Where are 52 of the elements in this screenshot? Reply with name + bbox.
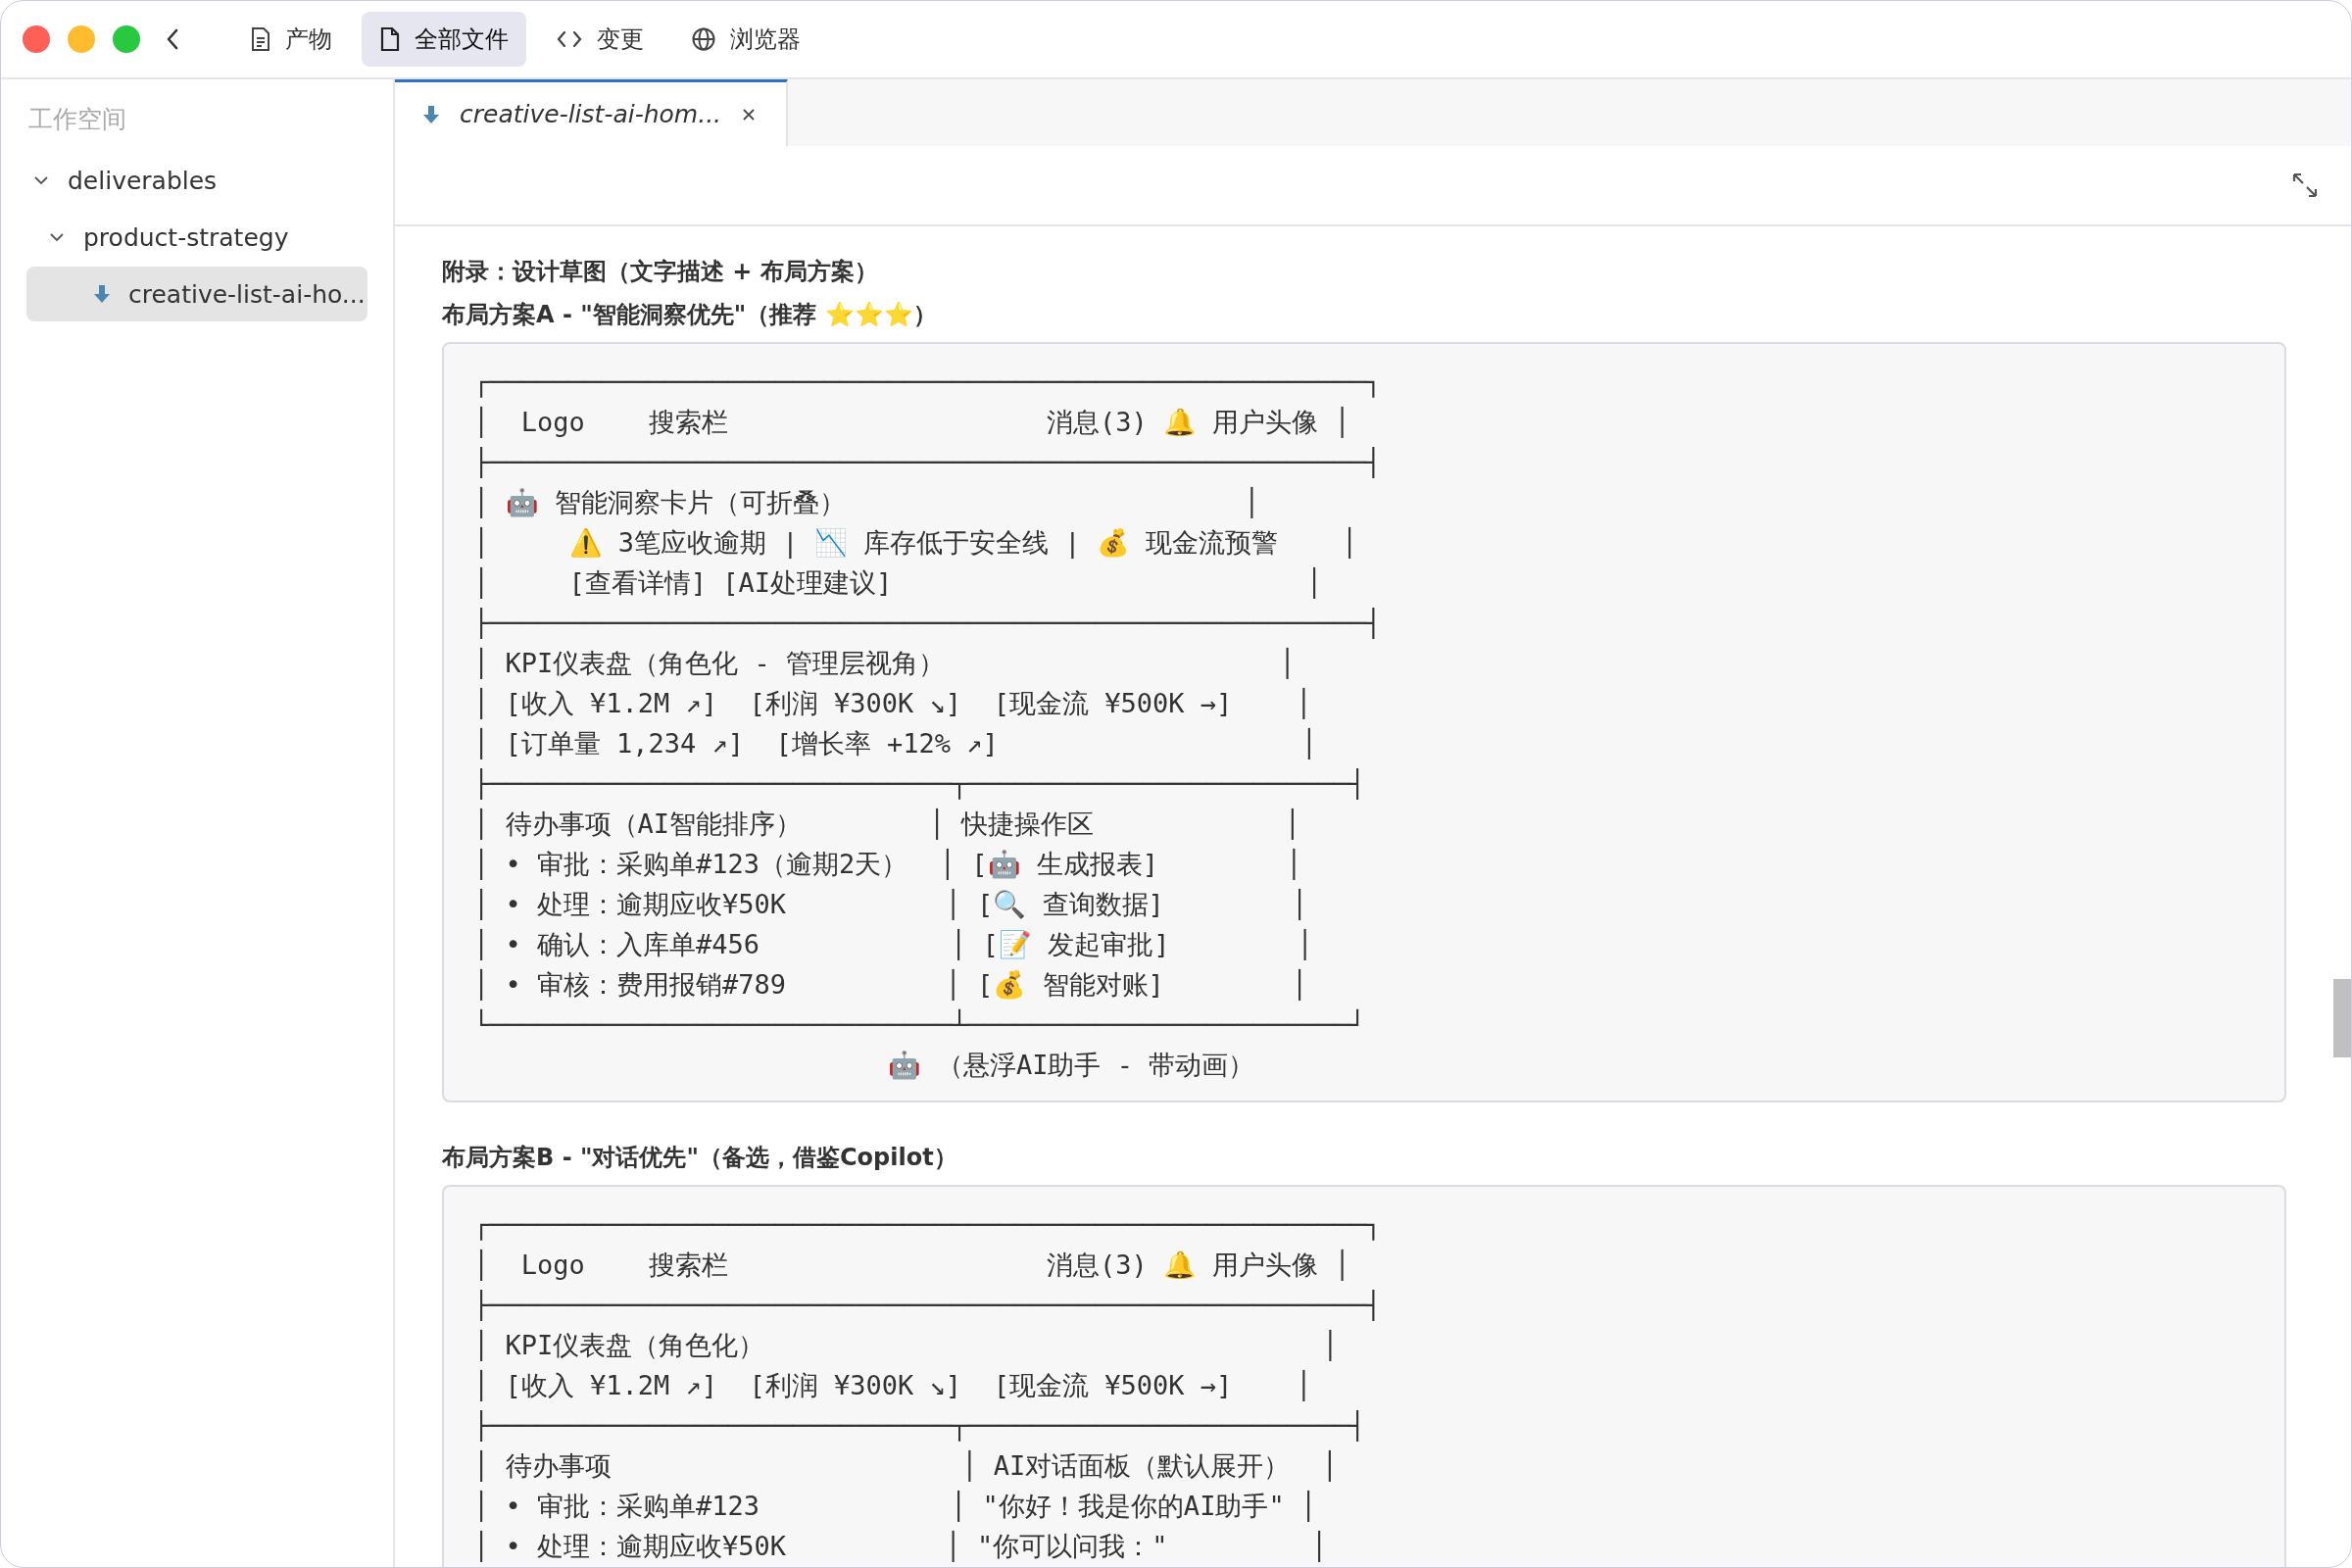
back-icon[interactable] bbox=[166, 28, 179, 50]
code-icon bbox=[556, 28, 583, 50]
toolbar-tab[interactable]: 产物 bbox=[232, 12, 350, 67]
code-line: │ 待办事项 │ AI对话面板（默认展开） │ bbox=[473, 1450, 1338, 1481]
code-line: │ 待办事项（AI智能排序） │ 快捷操作区 │ bbox=[473, 808, 1300, 839]
code-line: ├─────────────────────────────┬────────────────────────┤ bbox=[473, 1410, 1366, 1441]
toolbar-tab[interactable]: 浏览器 bbox=[673, 12, 818, 67]
section-heading: 布局方案B - "对话优先"（备选，借鉴Copilot） bbox=[442, 1143, 958, 1173]
code-line: │ • 确认：入库单#456 │ [📝 发起审批] │ bbox=[473, 929, 1313, 959]
code-line: │ Logo 搜索栏 消息(3) 🔔 用户头像 │ bbox=[473, 407, 1350, 437]
code-line: 🤖 （悬浮AI助手 - 带动画） bbox=[886, 1050, 1255, 1080]
code-line: │ KPI仪表盘（角色化） │ bbox=[473, 1330, 1339, 1360]
sidebar-title: 工作空间 bbox=[28, 104, 127, 135]
tree-item[interactable]: creative-list-ai-ho... bbox=[26, 267, 368, 321]
code-line: │ • 审批：采购单#123 │ "你好！我是你的AI助手" │ bbox=[473, 1491, 1317, 1521]
zoom-window-button[interactable] bbox=[113, 25, 140, 53]
code-line: ├───────────────────────────────────────────────────────┤ bbox=[473, 608, 1382, 638]
scrollbar-thumb[interactable] bbox=[2333, 979, 2351, 1057]
file-icon bbox=[379, 26, 401, 52]
code-line: ├───────────────────────────────────────────────────────┤ bbox=[473, 447, 1382, 477]
document-icon bbox=[250, 26, 271, 52]
close-icon[interactable] bbox=[741, 106, 758, 122]
code-line: │ [收入 ¥1.2M ↗] [利润 ¥300K ↘] [现金流 ¥500K →] │ bbox=[473, 1370, 1312, 1400]
code-line: │ [查看详情] [AI处理建议] │ bbox=[473, 567, 1323, 598]
code-line: │ 🤖 智能洞察卡片（可折叠） │ bbox=[473, 487, 1260, 517]
expand-icon[interactable] bbox=[2290, 171, 2320, 200]
minimize-window-button[interactable] bbox=[68, 25, 95, 53]
toolbar-tab[interactable]: 变更 bbox=[538, 12, 662, 67]
section-heading: 附录：设计草图（文字描述 + 布局方案） bbox=[442, 257, 879, 287]
code-line: ┌───────────────────────────────────────────────────────┐ bbox=[473, 1209, 1382, 1240]
tree-item[interactable]: deliverables bbox=[1, 153, 368, 208]
toolbar-tab[interactable]: 全部文件 bbox=[362, 12, 526, 67]
tree-item[interactable]: product-strategy bbox=[1, 210, 368, 265]
close-window-button[interactable] bbox=[23, 25, 50, 53]
code-line: │ KPI仪表盘（角色化 - 管理层视角） │ bbox=[473, 648, 1296, 678]
code-line: │ [订单量 1,234 ↗] [增长率 +12% ↗] │ bbox=[473, 728, 1317, 759]
code-line: ┌───────────────────────────────────────────────────────┐ bbox=[473, 367, 1382, 397]
code-line: │ ⚠ 3笔应收逾期 | 📉 库存低于安全线 | 💰 现金流预警 │ bbox=[473, 527, 1358, 558]
down-arrow-icon bbox=[93, 284, 111, 304]
globe-icon bbox=[691, 26, 716, 52]
down-arrow-icon bbox=[422, 104, 440, 124]
code-line: ├─────────────────────────────┬────────────────────────┤ bbox=[473, 768, 1366, 799]
editor-tab[interactable]: creative-list-ai-hom... bbox=[395, 79, 789, 146]
code-line: │ Logo 搜索栏 消息(3) 🔔 用户头像 │ bbox=[473, 1250, 1350, 1280]
code-line: │ • 审批：采购单#123（逾期2天） │ [🤖 生成报表] │ bbox=[473, 849, 1302, 879]
code-line: │ [收入 ¥1.2M ↗] [利润 ¥300K ↘] [现金流 ¥500K →] │ bbox=[473, 688, 1312, 718]
code-line: │ • 处理：逾期应收¥50K │ [🔍 查询数据] │ bbox=[473, 889, 1308, 919]
code-line: │ • 审核：费用报销#789 │ [💰 智能对账] │ bbox=[473, 969, 1308, 1000]
code-line: │ • 处理：逾期应收¥50K │ "你可以问我：" │ bbox=[473, 1531, 1328, 1561]
code-line: └─────────────────────────────┴────────────────────────┘ bbox=[473, 1009, 1366, 1040]
section-heading: 布局方案A - "智能洞察优先"（推荐 ⭐⭐⭐） bbox=[442, 300, 938, 330]
code-line: ├───────────────────────────────────────────────────────┤ bbox=[473, 1290, 1382, 1320]
